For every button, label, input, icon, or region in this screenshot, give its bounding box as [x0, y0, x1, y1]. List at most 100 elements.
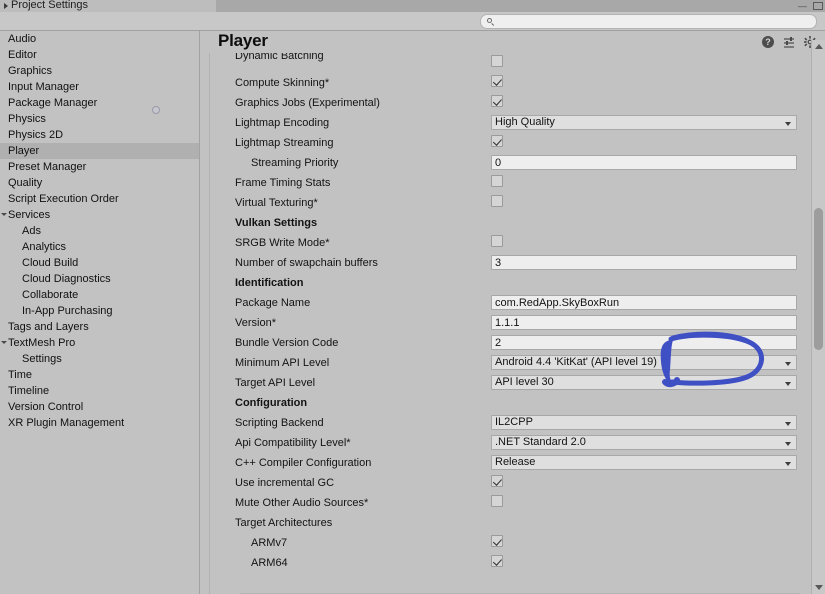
sidebar-item-preset-manager[interactable]: Preset Manager [0, 159, 199, 175]
input-version[interactable] [491, 315, 797, 330]
preset-icon[interactable] [783, 36, 795, 48]
sidebar-item-ads[interactable]: Ads [0, 223, 199, 239]
sidebar-item-tags-and-layers[interactable]: Tags and Layers [0, 319, 199, 335]
settings-row-vulkan-settings: Vulkan Settings [210, 213, 809, 233]
checkbox-dynamic-batching[interactable] [491, 55, 503, 67]
scrollbar-thumb[interactable] [814, 207, 823, 350]
sidebar-item-cloud-diagnostics[interactable]: Cloud Diagnostics [0, 271, 199, 287]
settings-row-arm64: ARM64 [210, 553, 809, 573]
settings-row-minimum-api-level: Minimum API Level Android 4.4 'KitKat' (A… [210, 353, 809, 373]
settings-label: Number of swapchain buffers [235, 257, 378, 269]
settings-row-mute-other-audio-sources: Mute Other Audio Sources* [210, 493, 809, 513]
sidebar-item-physics[interactable]: Physics [0, 111, 199, 127]
checkbox-arm64[interactable] [491, 555, 503, 567]
sidebar-item-label: Ads [22, 225, 41, 237]
triangle-down-icon[interactable] [815, 585, 823, 590]
sidebar-item-textmesh-pro[interactable]: TextMesh Pro [0, 335, 199, 351]
text-field-wrap [491, 335, 797, 350]
sidebar-item-label: Audio [8, 33, 37, 45]
sidebar-item-label: Editor [8, 49, 37, 61]
sidebar-item-label: TextMesh Pro [8, 337, 76, 349]
checkbox-use-incremental-gc[interactable] [491, 475, 503, 487]
settings-label: Use incremental GC [235, 477, 335, 489]
dropdown-wrap: Android 4.4 'KitKat' (API level 19) [491, 355, 797, 370]
sidebar-item-quality[interactable]: Quality [0, 175, 199, 191]
sidebar-item-analytics[interactable]: Analytics [0, 239, 199, 255]
sidebar-item-services[interactable]: Services [0, 207, 199, 223]
settings-category-sidebar[interactable]: Audio Editor Graphics Input Manager Package … [0, 31, 200, 594]
sidebar-item-xr-plugin-management[interactable]: XR Plugin Management [0, 415, 199, 431]
settings-label: Streaming Priority [251, 157, 339, 169]
checkbox-armv7[interactable] [491, 535, 503, 547]
sidebar-item-graphics[interactable]: Graphics [0, 63, 199, 79]
sidebar-item-input-manager[interactable]: Input Manager [0, 79, 199, 95]
search-box[interactable] [480, 14, 817, 29]
page-title: Player [218, 31, 268, 50]
settings-label: Identification [235, 277, 304, 289]
sidebar-item-script-execution-order[interactable]: Script Execution Order [0, 191, 199, 207]
checkbox-wrap [491, 555, 503, 570]
sidebar-item-in-app-purchasing[interactable]: In-App Purchasing [0, 303, 199, 319]
settings-row-use-incremental-gc: Use incremental GC [210, 473, 809, 493]
settings-label: Scripting Backend [235, 417, 324, 429]
vertical-scrollbar[interactable] [811, 40, 825, 594]
settings-row-dynamic-batching: Dynamic Batching [210, 53, 809, 73]
maximize-button[interactable] [813, 2, 823, 10]
checkbox-compute-skinning[interactable] [491, 75, 503, 87]
text-field-wrap [491, 255, 797, 270]
sidebar-item-timeline[interactable]: Timeline [0, 383, 199, 399]
sidebar-item-package-manager[interactable]: Package Manager [0, 95, 199, 111]
dropdown-minimum-api-level[interactable]: Android 4.4 'KitKat' (API level 19) [491, 355, 797, 370]
sidebar-item-audio[interactable]: Audio [0, 31, 199, 47]
chevron-down-icon[interactable] [1, 341, 7, 344]
help-icon[interactable]: ? [762, 36, 774, 48]
dropdown-c-compiler-configuration[interactable]: Release [491, 455, 797, 470]
sidebar-item-physics-2d[interactable]: Physics 2D [0, 127, 199, 143]
pane-header-icons: ? [762, 36, 816, 48]
search-input[interactable] [499, 16, 799, 27]
sidebar-item-editor[interactable]: Editor [0, 47, 199, 63]
checkbox-graphics-jobs-experimental[interactable] [491, 95, 503, 107]
dropdown-lightmap-encoding[interactable]: High Quality [491, 115, 797, 130]
sidebar-item-label: Physics 2D [8, 129, 64, 141]
player-settings-pane: Player ? Dynamic Batching Compute Skinni… [201, 31, 825, 594]
triangle-up-icon[interactable] [815, 44, 823, 49]
tab-project-settings[interactable]: Project Settings [0, 0, 216, 12]
settings-label: Dynamic Batching [235, 53, 324, 62]
input-number-of-swapchain-buffers[interactable] [491, 255, 797, 270]
sidebar-item-player[interactable]: Player [0, 143, 199, 159]
dropdown-wrap: IL2CPP [491, 415, 797, 430]
sidebar-item-label: Script Execution Order [8, 193, 119, 205]
dropdown-value: Release [495, 456, 536, 468]
sidebar-item-settings[interactable]: Settings [0, 351, 199, 367]
cursor-indicator-icon [152, 106, 160, 114]
settings-label: Lightmap Encoding [235, 117, 330, 129]
sidebar-item-time[interactable]: Time [0, 367, 199, 383]
checkbox-wrap [491, 235, 503, 250]
sidebar-item-collaborate[interactable]: Collaborate [0, 287, 199, 303]
input-streaming-priority[interactable] [491, 155, 797, 170]
settings-label: Frame Timing Stats [235, 177, 331, 189]
minimize-button[interactable]: — [798, 1, 807, 11]
checkbox-frame-timing-stats[interactable] [491, 175, 503, 187]
checkbox-wrap [491, 95, 503, 110]
checkbox-mute-other-audio-sources[interactable] [491, 495, 503, 507]
sidebar-item-label: Cloud Build [22, 257, 79, 269]
chevron-down-icon[interactable] [1, 213, 7, 216]
checkbox-virtual-texturing[interactable] [491, 195, 503, 207]
settings-label: ARM64 [251, 557, 288, 569]
settings-row-srgb-write-mode: SRGB Write Mode* [210, 233, 809, 253]
checkbox-srgb-write-mode[interactable] [491, 235, 503, 247]
sidebar-item-label: Player [8, 145, 40, 157]
checkbox-wrap [491, 475, 503, 490]
input-bundle-version-code[interactable] [491, 335, 797, 350]
dropdown-scripting-backend[interactable]: IL2CPP [491, 415, 797, 430]
sidebar-item-cloud-build[interactable]: Cloud Build [0, 255, 199, 271]
settings-row-lightmap-streaming: Lightmap Streaming [210, 133, 809, 153]
checkbox-lightmap-streaming[interactable] [491, 135, 503, 147]
dropdown-api-compatibility-level[interactable]: .NET Standard 2.0 [491, 435, 797, 450]
sidebar-item-version-control[interactable]: Version Control [0, 399, 199, 415]
input-package-name[interactable] [491, 295, 797, 310]
dropdown-target-api-level[interactable]: API level 30 [491, 375, 797, 390]
sidebar-item-label: XR Plugin Management [8, 417, 125, 429]
